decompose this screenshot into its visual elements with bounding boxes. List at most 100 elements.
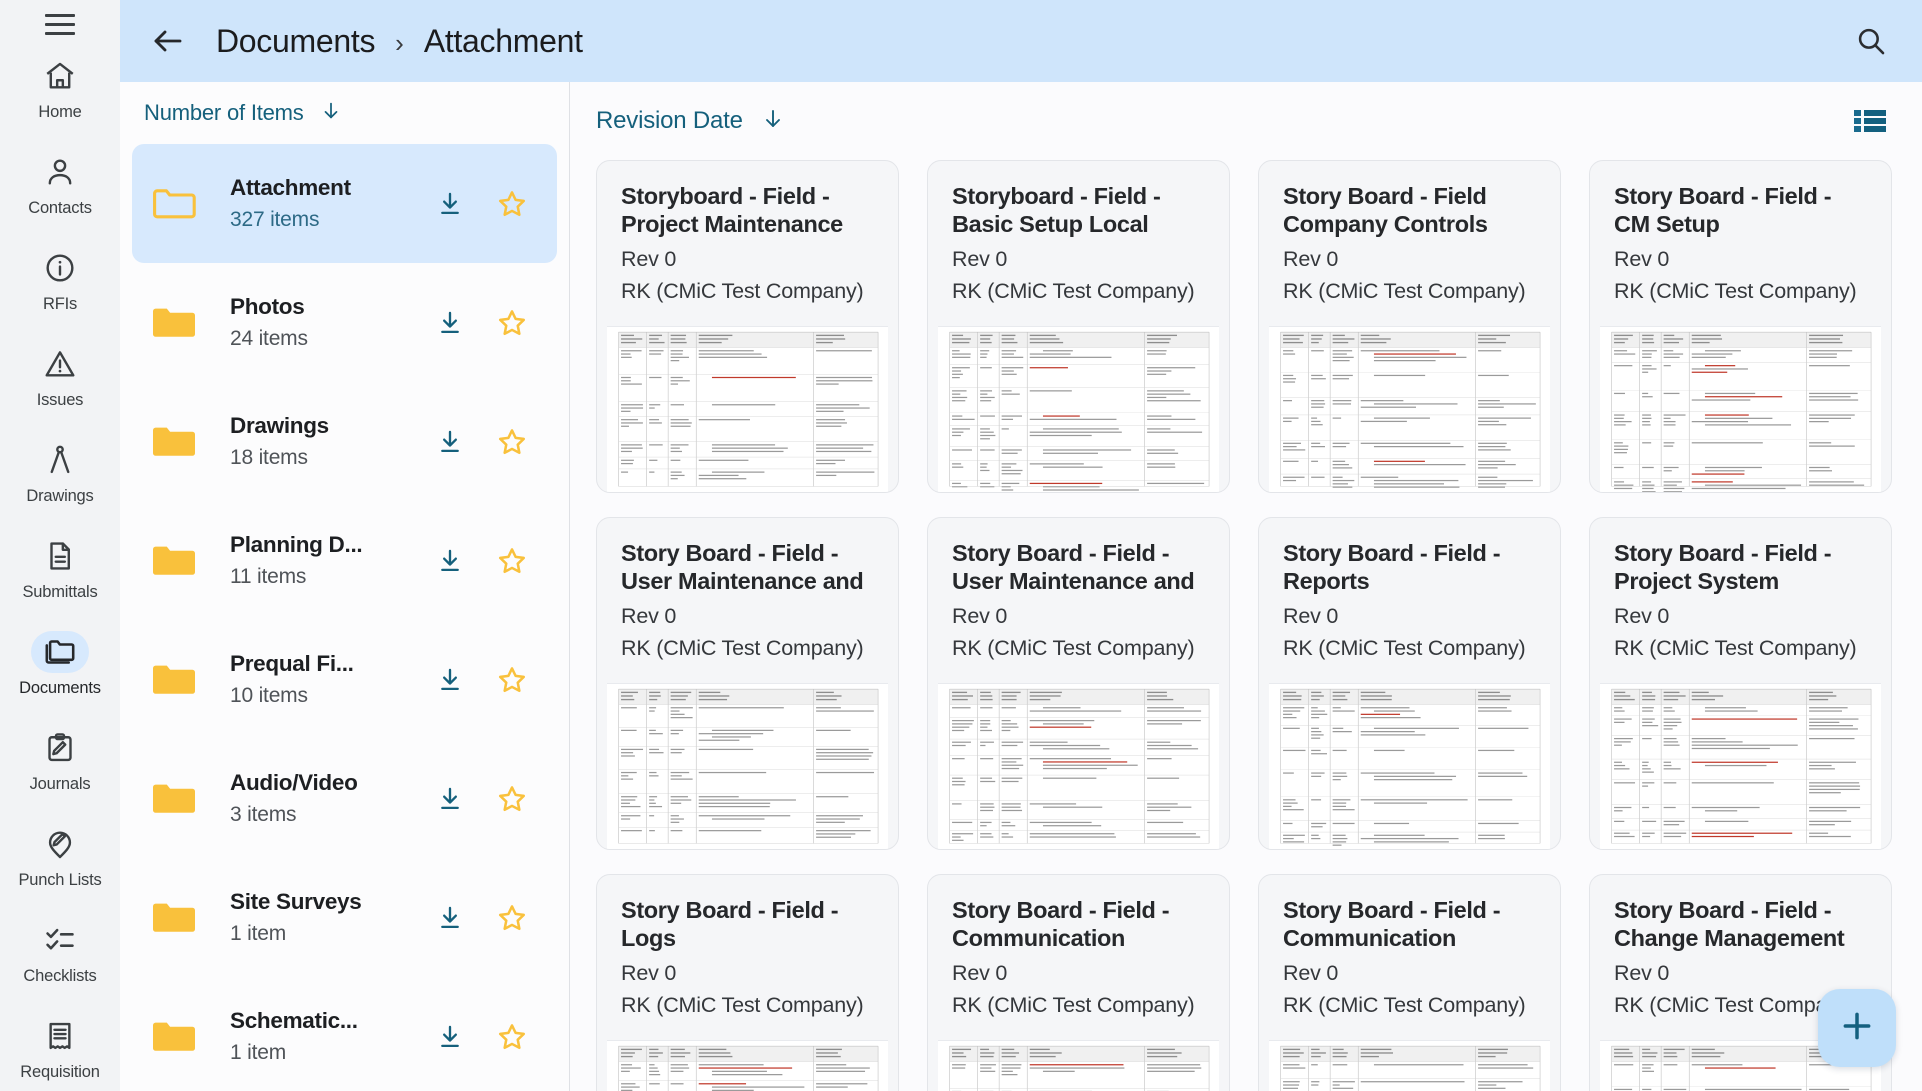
document-card[interactable]: Story Board - Field Company Controls Rev … — [1258, 160, 1561, 493]
checklist-icon — [31, 919, 89, 961]
document-card[interactable]: Story Board - Field - Communication Mana… — [1258, 874, 1561, 1091]
folder-row[interactable]: Planning D... 11 items — [132, 501, 557, 620]
search-icon[interactable] — [1846, 16, 1896, 66]
folder-text: Prequal Fi... 10 items — [216, 651, 419, 708]
arrow-down-icon — [320, 100, 342, 127]
top-app-bar: Documents › Attachment — [120, 0, 1922, 82]
sidebar-item-label: RFIs — [42, 295, 78, 313]
star-outline-icon[interactable] — [481, 426, 543, 458]
sidebar-item-punch-lists[interactable]: Punch Lists — [0, 817, 120, 913]
content-body: Number of Items Attachment 327 items Photo… — [120, 82, 1922, 1091]
star-outline-icon[interactable] — [481, 902, 543, 934]
document-card[interactable]: Story Board - Field - Communication Mana… — [927, 874, 1230, 1091]
sidebar-item-label: Contacts — [28, 199, 92, 217]
download-icon[interactable] — [419, 190, 481, 218]
star-outline-icon[interactable] — [481, 664, 543, 696]
documents-pane: Revision Date Storyboard - Field - Proje… — [570, 82, 1922, 1091]
star-outline-icon[interactable] — [481, 1021, 543, 1053]
folder-icon — [150, 898, 216, 938]
star-outline-icon[interactable] — [481, 307, 543, 339]
hamburger-icon[interactable] — [33, 14, 87, 35]
sidebar-item-journals[interactable]: Journals — [0, 721, 120, 817]
sidebar-item-submittals[interactable]: Submittals — [0, 529, 120, 625]
folder-row[interactable]: Drawings 18 items — [132, 382, 557, 501]
document-title: Story Board - Field - User Maintenance a… — [952, 540, 1195, 595]
document-card[interactable]: Story Board - Field - Reports Rev 0 RK (CM… — [1258, 517, 1561, 850]
sidebar-item-label: Submittals — [22, 583, 98, 601]
download-icon[interactable] — [419, 428, 481, 456]
star-outline-icon[interactable] — [481, 545, 543, 577]
download-icon[interactable] — [419, 904, 481, 932]
folder-row[interactable]: Site Surveys 1 item — [132, 858, 557, 977]
folder-item-count: 327 items — [230, 208, 320, 231]
folder-text: Drawings 18 items — [216, 413, 419, 470]
sidebar-item-drawings[interactable]: Drawings — [0, 433, 120, 529]
folder-row[interactable]: Schematic... 1 item — [132, 977, 557, 1091]
document-title: Story Board - Field Company Controls — [1283, 183, 1488, 237]
download-icon[interactable] — [419, 1023, 481, 1051]
star-outline-icon[interactable] — [481, 188, 543, 220]
document-card[interactable]: Storyboard - Field - Project Maintenance… — [596, 160, 899, 493]
folder-item-count: 10 items — [230, 684, 308, 707]
documents-grid: Storyboard - Field - Project Maintenance… — [570, 160, 1922, 1091]
breadcrumb-root[interactable]: Documents — [216, 23, 375, 60]
document-revision: Rev 0 — [1614, 961, 1670, 986]
folder-pane: Number of Items Attachment 327 items Photo… — [120, 82, 570, 1091]
folder-sort-control[interactable]: Number of Items — [120, 82, 569, 144]
compass-icon — [31, 439, 89, 481]
sidebar-item-documents[interactable]: Documents — [0, 625, 120, 721]
back-arrow-icon[interactable] — [144, 17, 192, 65]
breadcrumb-current[interactable]: Attachment — [424, 23, 583, 60]
folder-name: Photos — [230, 294, 305, 319]
document-owner: RK (CMiC Test Company) — [952, 993, 1195, 1018]
sidebar-item-label: Journals — [29, 775, 91, 793]
document-card[interactable]: Storyboard - Field - Basic Setup Local T… — [927, 160, 1230, 493]
sidebar-item-label: Drawings — [26, 487, 94, 505]
star-outline-icon[interactable] — [481, 783, 543, 815]
folder-row[interactable]: Audio/Video 3 items — [132, 739, 557, 858]
document-card[interactable]: Story Board - Field - User Maintenance a… — [927, 517, 1230, 850]
download-icon[interactable] — [419, 666, 481, 694]
document-card[interactable]: Story Board - Field - Logs Rev 0 RK (CMiC … — [596, 874, 899, 1091]
document-revision: Rev 0 — [1614, 247, 1670, 272]
folder-icon — [150, 422, 216, 462]
add-document-button[interactable] — [1818, 989, 1896, 1067]
document-revision: Rev 0 — [1283, 961, 1339, 986]
sidebar-item-rfis[interactable]: RFIs — [0, 241, 120, 337]
document-thumbnail — [607, 1040, 888, 1091]
document-revision: Rev 0 — [1283, 604, 1339, 629]
folder-sort-label: Number of Items — [144, 100, 304, 125]
document-card-header: Story Board - Field - User Maintenance a… — [597, 518, 898, 679]
download-icon[interactable] — [419, 785, 481, 813]
info-circle-icon — [31, 247, 89, 289]
sidebar-item-checklists[interactable]: Checklists — [0, 913, 120, 1009]
download-icon[interactable] — [419, 547, 481, 575]
folder-icon — [150, 779, 216, 819]
document-card[interactable]: Story Board - Field -CM Setup Rev 0 RK (CM… — [1589, 160, 1892, 493]
sidebar-item-home[interactable]: Home — [0, 49, 120, 145]
document-icon — [31, 535, 89, 577]
download-icon[interactable] — [419, 309, 481, 337]
document-revision: Rev 0 — [952, 604, 1008, 629]
folder-row[interactable]: Photos 24 items — [132, 263, 557, 382]
document-owner: RK (CMiC Test Company) — [621, 279, 864, 304]
document-owner: RK (CMiC Test Company) — [952, 636, 1195, 661]
list-view-icon[interactable] — [1848, 103, 1892, 139]
document-card[interactable]: Story Board - Field - User Maintenance a… — [596, 517, 899, 850]
document-owner: RK (CMiC Test Company) — [1283, 636, 1526, 661]
clipboard-pencil-icon — [31, 727, 89, 769]
document-card-header: Story Board - Field - Communication Mana… — [928, 875, 1229, 1036]
folder-row[interactable]: Attachment 327 items — [132, 144, 557, 263]
sidebar-item-label: Requisition — [20, 1063, 100, 1081]
folder-row[interactable]: Prequal Fi... 10 items — [132, 620, 557, 739]
sidebar-item-requisition[interactable]: Requisition — [0, 1009, 120, 1091]
sidebar-item-issues[interactable]: Issues — [0, 337, 120, 433]
document-card[interactable]: Story Board - Field - Project System Opt… — [1589, 517, 1892, 850]
documents-sort-control[interactable]: Revision Date — [596, 107, 785, 136]
document-card-header: Story Board - Field Company Controls Rev … — [1259, 161, 1560, 322]
folder-item-count: 1 item — [230, 922, 286, 945]
sidebar-item-contacts[interactable]: Contacts — [0, 145, 120, 241]
document-thumbnail — [607, 326, 888, 492]
document-card-header: Story Board - Field - Logs Rev 0 RK (CMiC … — [597, 875, 898, 1036]
document-thumbnail — [938, 683, 1219, 849]
